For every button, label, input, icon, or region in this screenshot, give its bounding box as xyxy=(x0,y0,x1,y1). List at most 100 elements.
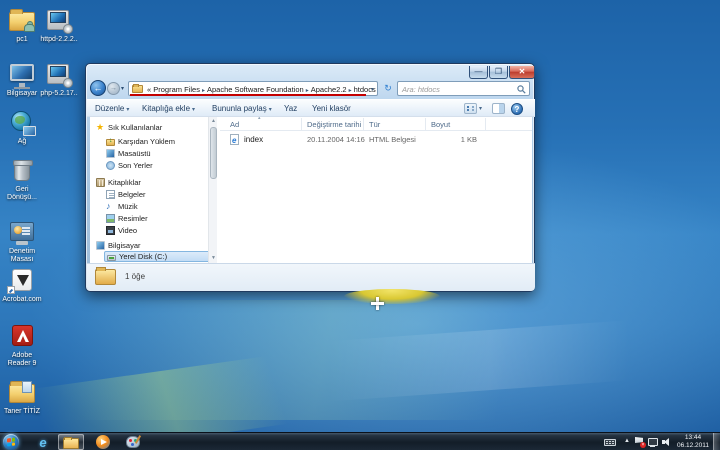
breadcrumb-segment[interactable]: Apache Software Foundation xyxy=(207,85,304,94)
explorer-window: — ❐ ✕ ← → ▾ « Program Files▸Apache Softw… xyxy=(85,63,535,292)
sidebar-item-label: Sık Kullanılanlar xyxy=(108,123,162,132)
desktop-icon-httpd-installer[interactable]: httpd-2.2.2.. xyxy=(37,8,81,44)
chevron-down-icon: ▾ xyxy=(269,107,272,113)
desktop-icon-label: httpd-2.2.2.. xyxy=(37,36,81,44)
search-box[interactable]: Ara: htdocs xyxy=(397,81,530,96)
sidebar-scrollbar[interactable]: ▲ ▼ xyxy=(208,117,217,263)
toolbar-label: Yaz xyxy=(284,104,297,113)
desktop-icon-network[interactable]: Ağ xyxy=(0,110,44,146)
toolbar-label: Düzenle xyxy=(95,104,124,113)
scroll-up-icon[interactable]: ▲ xyxy=(209,117,218,126)
sidebar-item-computer[interactable]: Bilgisayar xyxy=(96,240,141,251)
item-count: 1 öğe xyxy=(125,272,145,281)
folder-icon xyxy=(95,269,116,285)
breadcrumb-segment[interactable]: Apache2.2 xyxy=(311,85,347,94)
sidebar-item-recent-places[interactable]: Son Yerler xyxy=(106,160,153,171)
desktop-icon-taner-folder[interactable]: Taner TİTİZ xyxy=(0,380,44,416)
forward-button[interactable]: → xyxy=(107,82,120,95)
chevron-down-icon: ▾ xyxy=(126,107,129,113)
computer-icon xyxy=(7,62,37,88)
column-divider[interactable] xyxy=(363,118,364,130)
installer-icon xyxy=(44,62,74,88)
network-icon xyxy=(7,110,37,136)
desktop-icon-php-installer[interactable]: php-5.2.17.. xyxy=(37,62,81,98)
history-dropdown-icon[interactable]: ▾ xyxy=(121,85,124,92)
help-button[interactable]: ? xyxy=(511,103,523,115)
downloads-icon xyxy=(106,139,115,146)
column-divider[interactable] xyxy=(301,118,302,130)
address-dropdown-icon[interactable]: ▾ xyxy=(371,86,374,93)
folder-icon xyxy=(132,85,143,93)
document-icon xyxy=(106,190,115,199)
toolbar-kitapliga-ekle-button[interactable]: Kitaplığa ekle▾ xyxy=(142,104,195,113)
toolbar-yaz-button[interactable]: Yaz xyxy=(284,104,297,113)
scroll-down-icon[interactable]: ▼ xyxy=(209,254,218,263)
clock-time: 13:44 xyxy=(674,434,712,442)
taskbar-explorer-active[interactable] xyxy=(58,434,84,450)
taskbar-internet-explorer[interactable]: e xyxy=(30,434,56,450)
sidebar-item-pictures[interactable]: Resimler xyxy=(106,213,148,224)
refresh-icon[interactable]: ↻ xyxy=(381,81,395,96)
sidebar-item-label: Karşıdan Yüklem xyxy=(118,137,175,146)
clock[interactable]: 13:44 06.12.2011 xyxy=(674,434,712,450)
network-tray-icon[interactable] xyxy=(648,438,658,446)
maximize-button[interactable]: ❐ xyxy=(489,66,508,79)
views-button[interactable]: ▾ xyxy=(464,103,482,114)
acrobat-shortcut-icon xyxy=(7,268,37,294)
column-header-row: ▴ Ad Değiştirme tarihi Tür Boyut xyxy=(220,117,532,131)
minimize-button[interactable]: — xyxy=(469,66,488,79)
sidebar-item-favorites[interactable]: ★Sık Kullanılanlar xyxy=(96,122,162,133)
sidebar-item-label: Son Yerler xyxy=(118,161,153,170)
sidebar-item-desktop[interactable]: Masaüstü xyxy=(106,148,151,159)
sidebar-item-documents[interactable]: Belgeler xyxy=(106,189,146,200)
highlight-glow xyxy=(344,289,440,304)
desktop-icon-label: Acrobat.com xyxy=(0,296,44,304)
desktop-icon-adobe-reader[interactable]: Adobe Reader 9 xyxy=(0,324,44,368)
column-divider[interactable] xyxy=(485,118,486,130)
search-placeholder: Ara: htdocs xyxy=(402,85,440,94)
html-file-icon: e xyxy=(230,134,239,145)
sidebar-item-music[interactable]: ♪Müzik xyxy=(106,201,138,212)
sidebar-item-label: Masaüstü xyxy=(118,149,151,158)
column-divider[interactable] xyxy=(425,118,426,130)
desktop-icon xyxy=(106,149,115,158)
action-center-flag-icon[interactable] xyxy=(635,437,644,447)
sidebar-item-video[interactable]: Video xyxy=(106,225,137,236)
desktop-icon-label: Ağ xyxy=(0,138,44,146)
taskbar-media-player[interactable] xyxy=(90,434,116,450)
column-header-size[interactable]: Boyut xyxy=(431,120,450,129)
taskbar-paint[interactable] xyxy=(120,434,146,450)
chevron-down-icon: ▾ xyxy=(479,105,482,112)
close-button[interactable]: ✕ xyxy=(509,66,535,79)
breadcrumb-segment[interactable]: Program Files xyxy=(153,85,200,94)
breadcrumb-collapsed[interactable]: « xyxy=(147,85,151,94)
sidebar-item-label: Yerel Disk (C:) xyxy=(119,252,167,261)
input-language-icon[interactable] xyxy=(604,439,616,446)
show-desktop-button[interactable] xyxy=(713,433,720,450)
sidebar-item-local-disk-c[interactable]: Yerel Disk (C:) xyxy=(104,251,216,262)
volume-icon[interactable] xyxy=(662,438,672,446)
column-header-modified[interactable]: Değiştirme tarihi xyxy=(307,120,361,129)
windows-logo-icon xyxy=(7,438,15,447)
music-icon: ♪ xyxy=(106,202,115,211)
back-button[interactable]: ← xyxy=(90,80,106,96)
media-player-icon xyxy=(96,435,110,449)
desktop-icon-control-panel[interactable]: Denetim Masası xyxy=(0,220,44,264)
column-header-name[interactable]: Ad xyxy=(230,120,239,129)
desktop-icon-recycle-bin[interactable]: Geri Dönüşü... xyxy=(0,158,44,202)
toolbar-yeni-klasor-button[interactable]: Yeni klasör xyxy=(312,104,351,113)
start-button[interactable] xyxy=(3,434,19,450)
toolbar-label: Bununla paylaş xyxy=(212,104,267,113)
disk-icon xyxy=(107,255,116,261)
show-hidden-icons-chevron[interactable]: ▲ xyxy=(624,438,630,444)
sidebar-item-label: Video xyxy=(118,226,137,235)
preview-pane-button[interactable] xyxy=(492,103,505,114)
toolbar-duzenle-button[interactable]: Düzenle▾ xyxy=(95,104,129,113)
desktop-icon-acrobat-com[interactable]: Acrobat.com xyxy=(0,268,44,304)
sidebar-item-libraries[interactable]: Kitaplıklar xyxy=(96,177,141,188)
toolbar-paylas-button[interactable]: Bununla paylaş▾ xyxy=(212,104,272,113)
file-row-index[interactable]: e index 20.11.2004 14:16 HTML Belgesi 1 … xyxy=(220,133,532,146)
column-header-type[interactable]: Tür xyxy=(369,120,380,129)
sidebar-item-downloads[interactable]: Karşıdan Yüklem xyxy=(106,136,175,147)
scrollbar-thumb[interactable] xyxy=(210,127,217,179)
